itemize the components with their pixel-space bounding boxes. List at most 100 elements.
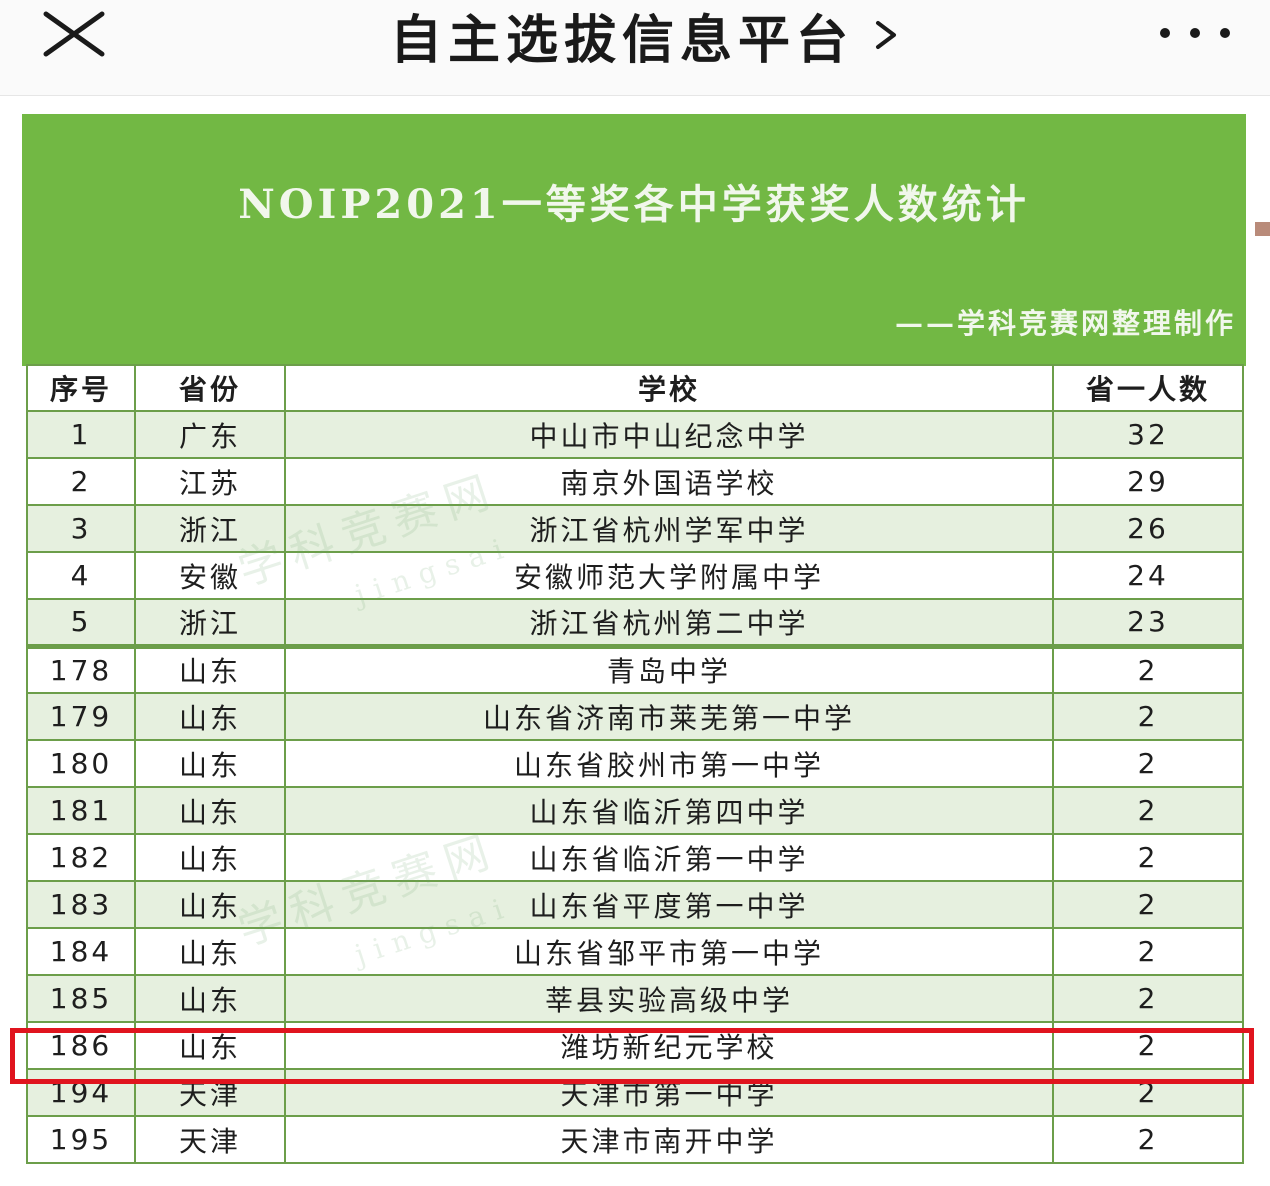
- more-button[interactable]: [1150, 18, 1240, 48]
- cell-rank: 182: [26, 833, 136, 882]
- cell-province: 浙江: [134, 504, 286, 553]
- cell-rank: 185: [26, 974, 136, 1023]
- cell-rank: 3: [26, 504, 136, 553]
- table-row: 2 江苏 南京外国语学校 29: [26, 457, 1244, 506]
- cell-school: 浙江省杭州学军中学: [284, 504, 1054, 553]
- cell-school: 中山市中山纪念中学: [284, 410, 1054, 459]
- cell-school: 浙江省杭州第二中学: [284, 598, 1054, 647]
- scrollbar-thumb[interactable]: [1255, 222, 1270, 236]
- cell-province: 山东: [134, 927, 286, 976]
- page-title: 自主选拔信息平台: [389, 10, 854, 71]
- cell-count: 2: [1052, 927, 1244, 976]
- cell-count: 2: [1052, 643, 1244, 694]
- cell-count: 2: [1052, 1021, 1244, 1070]
- table-row: 1 广东 中山市中山纪念中学 32: [26, 410, 1244, 459]
- table-row: 195 天津 天津市南开中学 2: [26, 1115, 1244, 1164]
- cell-count: 2: [1052, 1115, 1244, 1164]
- cell-rank: 183: [26, 880, 136, 929]
- cell-rank: 186: [26, 1021, 136, 1070]
- cell-count: 23: [1052, 598, 1244, 647]
- cell-school: 天津市第一中学: [284, 1068, 1054, 1117]
- close-button[interactable]: [40, 8, 110, 58]
- cell-rank: 195: [26, 1115, 136, 1164]
- cell-rank: 178: [26, 643, 136, 694]
- cell-province: 山东: [134, 786, 286, 835]
- table-row: 183 山东 山东省平度第一中学 2: [26, 880, 1244, 929]
- header-rank: 序号: [26, 364, 136, 412]
- header-school: 学校: [284, 364, 1054, 412]
- cell-province: 浙江: [134, 598, 286, 647]
- cell-school: 青岛中学: [284, 643, 1054, 694]
- table-row: 194 天津 天津市第一中学 2: [26, 1068, 1244, 1117]
- close-icon: [43, 11, 105, 57]
- more-dots-icon: [1160, 28, 1230, 38]
- table-row: 184 山东 山东省邹平市第一中学 2: [26, 927, 1244, 976]
- table-row: 179 山东 山东省济南市莱芜第一中学 2: [26, 692, 1244, 741]
- banner: NOIP2021一等奖各中学获奖人数统计 ——学科竞赛网整理制作: [22, 114, 1246, 366]
- cell-rank: 4: [26, 551, 136, 600]
- cell-province: 山东: [134, 833, 286, 882]
- cell-province: 江苏: [134, 457, 286, 506]
- cell-school: 山东省临沂第四中学: [284, 786, 1054, 835]
- cell-count: 2: [1052, 880, 1244, 929]
- cell-province: 安徽: [134, 551, 286, 600]
- cell-rank: 181: [26, 786, 136, 835]
- top-bar: 自主选拔信息平台: [0, 0, 1270, 96]
- cell-province: 广东: [134, 410, 286, 459]
- cell-province: 山东: [134, 880, 286, 929]
- table-row: 186 山东 潍坊新纪元学校 2: [26, 1021, 1244, 1070]
- cell-province: 山东: [134, 1021, 286, 1070]
- table-body: 1 广东 中山市中山纪念中学 32 2 江苏 南京外国语学校 29 3 浙江 浙江省杭州学军中学 26…: [26, 410, 1244, 1164]
- awards-table: 序号 省份 学校 省一人数 1 广东 中山市中山纪念中学 32 2 江苏 南京外国语学校 29…: [26, 364, 1244, 1164]
- cell-count: 26: [1052, 504, 1244, 553]
- table-row: 3 浙江 浙江省杭州学军中学 26: [26, 504, 1244, 553]
- cell-province: 山东: [134, 643, 286, 694]
- cell-province: 山东: [134, 739, 286, 788]
- cell-count: 2: [1052, 739, 1244, 788]
- table-row: 5 浙江 浙江省杭州第二中学 23: [26, 598, 1244, 647]
- banner-title: NOIP2021一等奖各中学获奖人数统计: [238, 181, 1030, 228]
- banner-subtitle: ——学科竞赛网整理制作: [894, 307, 1236, 340]
- stats-image: NOIP2021一等奖各中学获奖人数统计 ——学科竞赛网整理制作 序号 省份 学…: [22, 114, 1246, 1176]
- cell-rank: 1: [26, 410, 136, 459]
- cell-school: 天津市南开中学: [284, 1115, 1054, 1164]
- cell-province: 山东: [134, 692, 286, 741]
- table-row: 4 安徽 安徽师范大学附属中学 24: [26, 551, 1244, 600]
- cell-rank: 194: [26, 1068, 136, 1117]
- cell-count: 2: [1052, 974, 1244, 1023]
- cell-school: 莘县实验高级中学: [284, 974, 1054, 1023]
- cell-count: 2: [1052, 1068, 1244, 1117]
- table-row: 185 山东 莘县实验高级中学 2: [26, 974, 1244, 1023]
- header-count: 省一人数: [1052, 364, 1244, 412]
- cell-rank: 179: [26, 692, 136, 741]
- cell-count: 32: [1052, 410, 1244, 459]
- table-row: 180 山东 山东省胶州市第一中学 2: [26, 739, 1244, 788]
- cell-school: 山东省邹平市第一中学: [284, 927, 1054, 976]
- table-row: 182 山东 山东省临沂第一中学 2: [26, 833, 1244, 882]
- cell-school: 安徽师范大学附属中学: [284, 551, 1054, 600]
- table-header-row: 序号 省份 学校 省一人数: [26, 364, 1244, 412]
- cell-province: 天津: [134, 1115, 286, 1164]
- cell-school: 潍坊新纪元学校: [284, 1021, 1054, 1070]
- cell-count: 2: [1052, 786, 1244, 835]
- cell-count: 29: [1052, 457, 1244, 506]
- cell-count: 2: [1052, 692, 1244, 741]
- cell-province: 天津: [134, 1068, 286, 1117]
- page-title-link[interactable]: 自主选拔信息平台: [300, 0, 990, 71]
- table-row: 178 山东 青岛中学 2: [26, 643, 1244, 694]
- cell-school: 山东省胶州市第一中学: [284, 739, 1054, 788]
- cell-school: 山东省临沂第一中学: [284, 833, 1054, 882]
- cell-school: 南京外国语学校: [284, 457, 1054, 506]
- cell-school: 山东省济南市莱芜第一中学: [284, 692, 1054, 741]
- cell-school: 山东省平度第一中学: [284, 880, 1054, 929]
- cell-count: 24: [1052, 551, 1244, 600]
- chevron-right-icon: [876, 21, 896, 49]
- cell-rank: 2: [26, 457, 136, 506]
- cell-count: 2: [1052, 833, 1244, 882]
- cell-province: 山东: [134, 974, 286, 1023]
- cell-rank: 184: [26, 927, 136, 976]
- cell-rank: 180: [26, 739, 136, 788]
- header-province: 省份: [134, 364, 286, 412]
- table-row: 181 山东 山东省临沂第四中学 2: [26, 786, 1244, 835]
- cell-rank: 5: [26, 598, 136, 647]
